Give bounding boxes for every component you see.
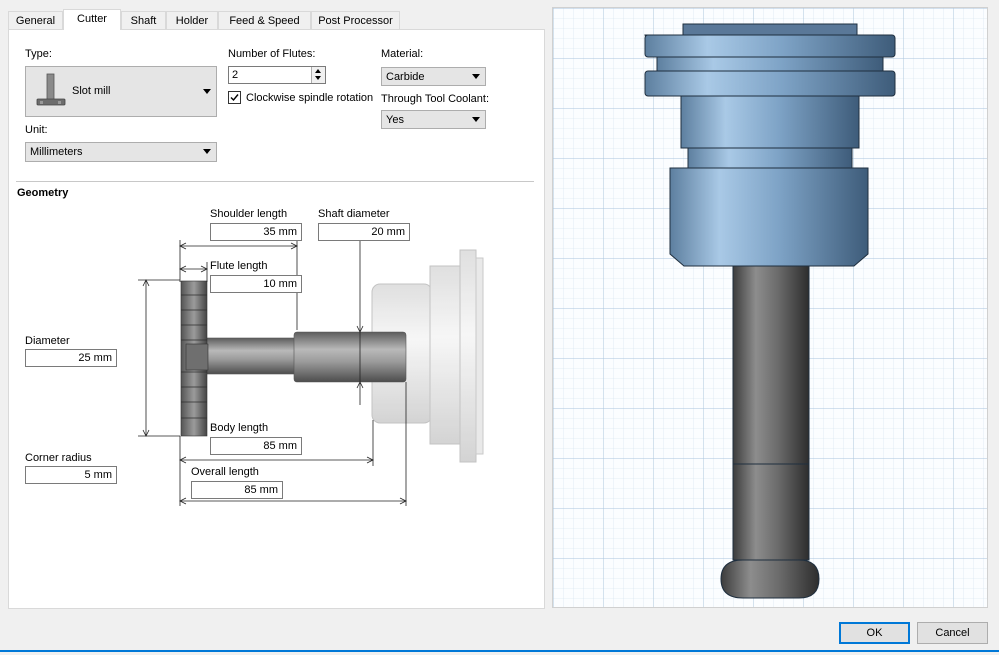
body-length-label: Body length: [210, 422, 269, 434]
tool-3d-render: [553, 8, 987, 607]
tool-3d-viewport[interactable]: [552, 7, 988, 608]
corner-radius-label: Corner radius: [25, 452, 92, 464]
diameter-field[interactable]: 25 mm: [25, 349, 117, 367]
flute-length-field[interactable]: 10 mm: [210, 275, 302, 293]
shoulder-length-label: Shoulder length: [210, 208, 288, 220]
overall-length-field[interactable]: 85 mm: [191, 481, 283, 499]
overall-length-label: Overall length: [191, 466, 259, 478]
tab-cutter[interactable]: Cutter: [63, 9, 121, 30]
shaft-diameter-field[interactable]: 20 mm: [318, 223, 410, 241]
flute-length-label: Flute length: [210, 260, 268, 272]
geometry-diagram: [138, 240, 484, 506]
body-length-field[interactable]: 85 mm: [210, 437, 302, 455]
ok-button[interactable]: OK: [839, 622, 910, 644]
tool-body: [199, 337, 301, 375]
tool-shaft: [293, 331, 407, 383]
shoulder-length-field[interactable]: 35 mm: [210, 223, 302, 241]
cutter-blade: [180, 280, 209, 437]
window-bottom-accent: [0, 650, 999, 652]
corner-radius-field[interactable]: 5 mm: [25, 466, 117, 484]
cancel-button[interactable]: Cancel: [917, 622, 988, 644]
shaft-diameter-label: Shaft diameter: [318, 208, 390, 220]
diameter-label: Diameter: [25, 335, 70, 347]
